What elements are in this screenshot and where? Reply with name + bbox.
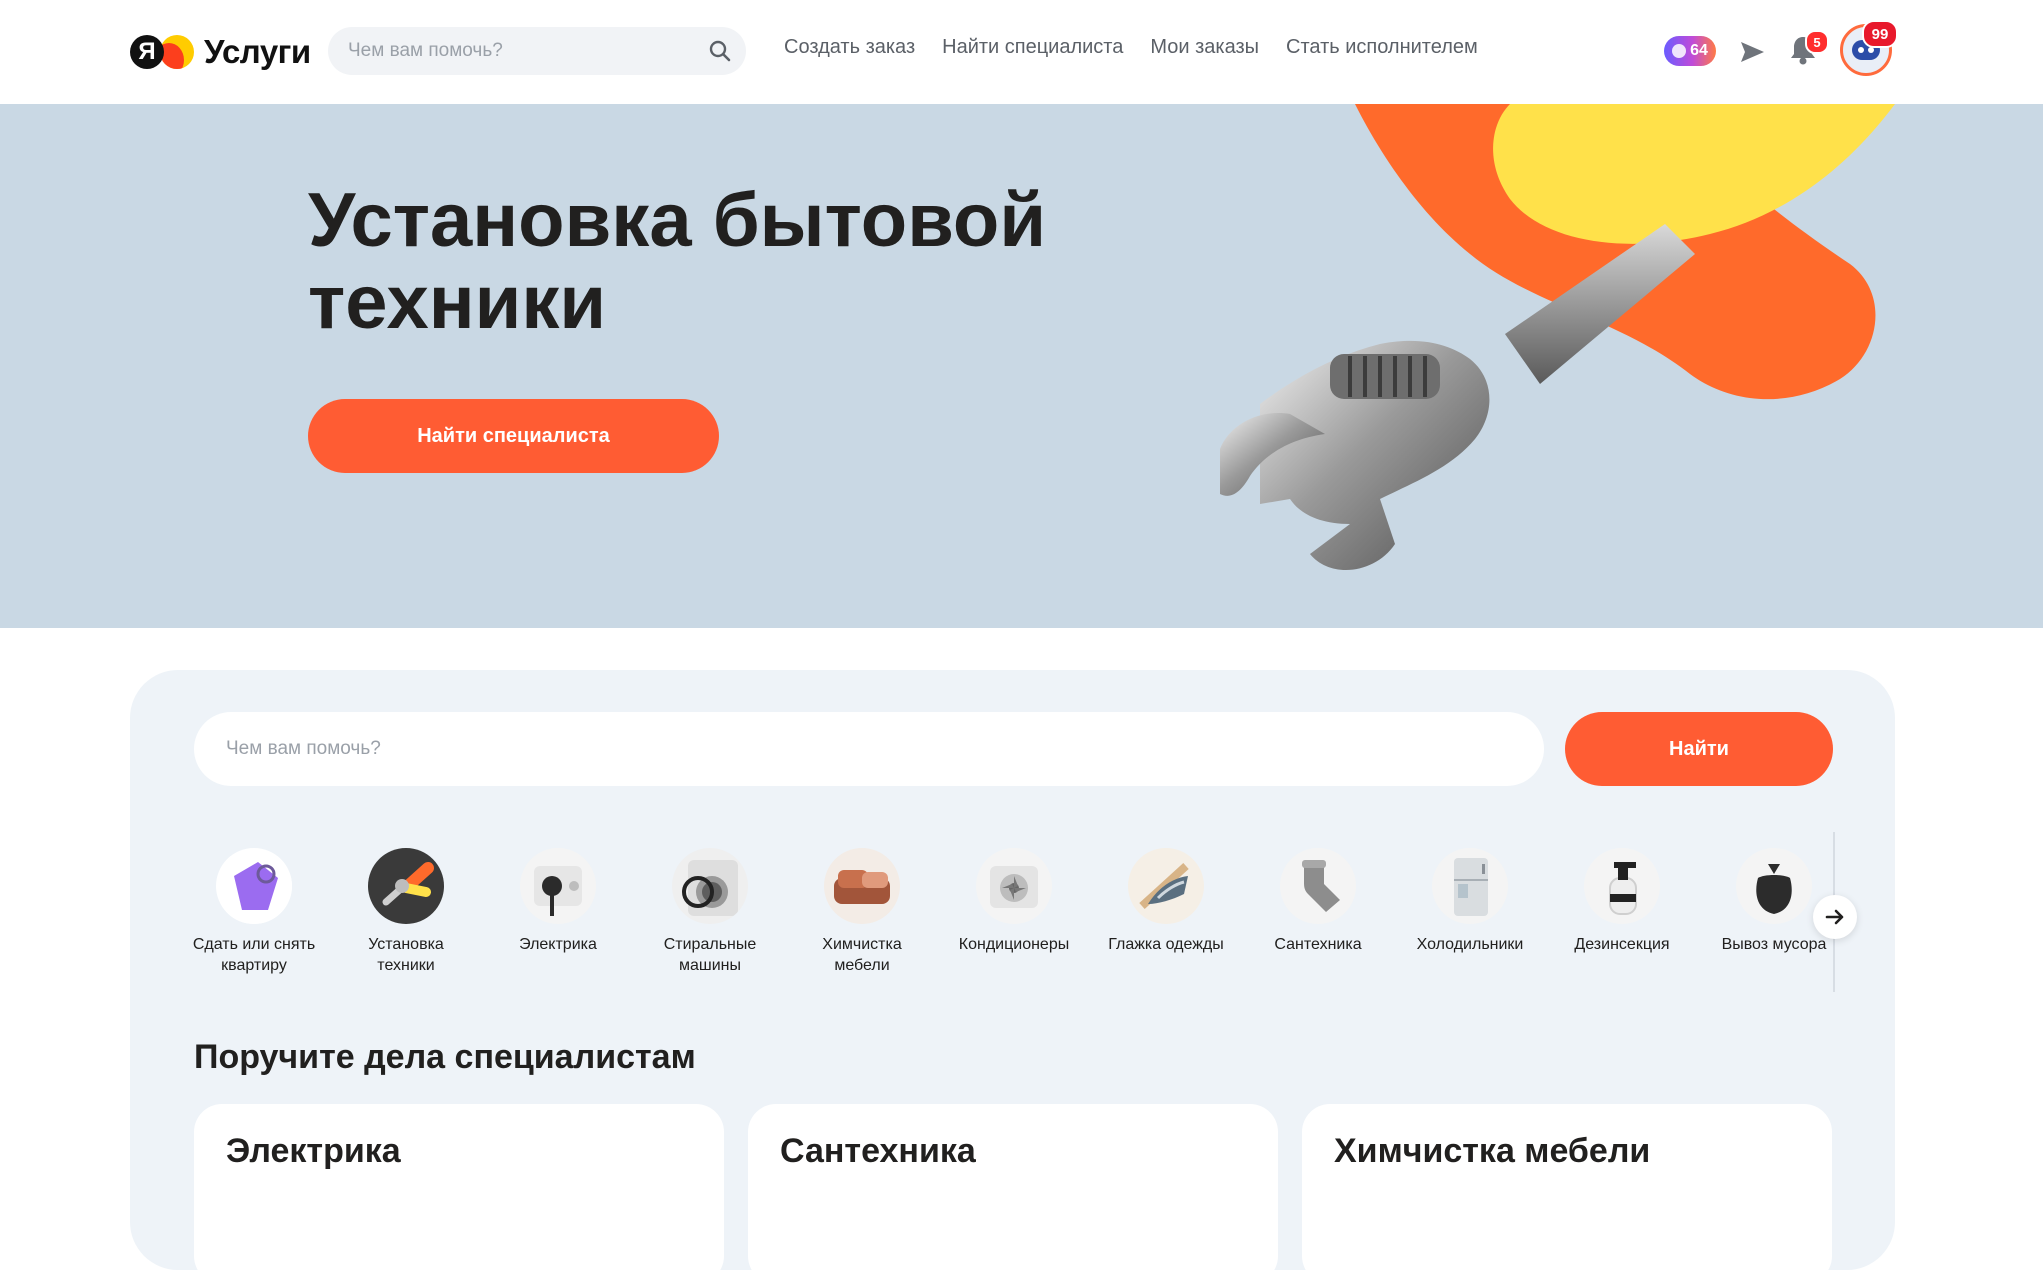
category-ironing[interactable]: Глажка одежды bbox=[1090, 848, 1242, 955]
nav-become-performer[interactable]: Стать исполнителем bbox=[1286, 36, 1478, 59]
search-icon[interactable] bbox=[708, 39, 732, 63]
category-label: Вывоз мусора bbox=[1721, 936, 1827, 953]
category-label: Холодильники bbox=[1416, 936, 1524, 953]
power-socket-icon bbox=[520, 848, 596, 924]
notifications-badge: 5 bbox=[1805, 30, 1829, 54]
category-plumbing[interactable]: Сантехника bbox=[1242, 848, 1394, 955]
header-search bbox=[328, 27, 746, 75]
nav-my-orders[interactable]: Мои заказы bbox=[1150, 36, 1259, 59]
services-logo-icon bbox=[160, 35, 194, 69]
category-garbage-removal[interactable]: Вывоз мусора bbox=[1698, 848, 1833, 955]
pipe-icon bbox=[1280, 848, 1356, 924]
avatar-badge: 99 bbox=[1862, 20, 1898, 48]
site-header: Я Услуги Создать заказ Найти специалиста… bbox=[0, 0, 2043, 104]
key-fob-icon bbox=[216, 848, 292, 924]
category-rent-apartment[interactable]: Сдать или снять квартиру bbox=[178, 848, 330, 976]
hero-title: Установка бытовой техники bbox=[308, 178, 1047, 345]
service-card-electrics[interactable]: Электрика bbox=[194, 1104, 724, 1284]
main-search-input[interactable] bbox=[224, 737, 1508, 761]
service-card-plumbing[interactable]: Сантехника bbox=[748, 1104, 1278, 1284]
plus-points-value: 64 bbox=[1690, 42, 1708, 59]
wrench-icon bbox=[368, 848, 444, 924]
fridge-icon bbox=[1432, 848, 1508, 924]
category-fridges[interactable]: Холодильники bbox=[1394, 848, 1546, 955]
header-search-input[interactable] bbox=[346, 39, 690, 63]
plus-icon bbox=[1672, 44, 1687, 58]
iron-icon bbox=[1128, 848, 1204, 924]
category-label: Электрика bbox=[519, 936, 597, 953]
category-electrics[interactable]: Электрика bbox=[482, 848, 634, 955]
category-label: Сдать или снять квартиру bbox=[192, 936, 316, 974]
category-label: Кондиционеры bbox=[958, 936, 1070, 953]
nav-find-specialist[interactable]: Найти специалиста bbox=[942, 36, 1123, 59]
find-specialist-button[interactable]: Найти специалиста bbox=[308, 399, 719, 473]
main-nav: Создать заказ Найти специалиста Мои зака… bbox=[784, 36, 1478, 59]
category-carousel: Сдать или снять квартиру Установка техни… bbox=[178, 848, 1833, 988]
air-conditioner-icon bbox=[976, 848, 1052, 924]
nav-create-order[interactable]: Создать заказ bbox=[784, 36, 915, 59]
plus-points-badge[interactable]: 64 bbox=[1664, 36, 1716, 66]
category-label: Химчистка мебели bbox=[822, 936, 902, 974]
category-label: Сантехника bbox=[1274, 936, 1362, 953]
sofa-icon bbox=[824, 848, 900, 924]
section-title: Поручите дела специалистам bbox=[194, 1038, 696, 1076]
category-label: Стиральные машины bbox=[663, 936, 757, 974]
find-button[interactable]: Найти bbox=[1565, 712, 1833, 786]
main-search bbox=[194, 712, 1544, 786]
category-air-conditioners[interactable]: Кондиционеры bbox=[938, 848, 1090, 955]
service-card-furniture-cleaning[interactable]: Химчистка мебели bbox=[1302, 1104, 1832, 1284]
hero-banner: Установка бытовой техники Найти специали… bbox=[0, 104, 2043, 628]
card-title: Химчистка мебели bbox=[1334, 1132, 1651, 1170]
category-label: Дезинсекция bbox=[1574, 936, 1670, 953]
logo-text: Услуги bbox=[204, 33, 311, 70]
category-furniture-cleaning[interactable]: Химчистка мебели bbox=[786, 848, 938, 976]
wrench-illustration bbox=[1220, 104, 1895, 571]
trash-bag-icon bbox=[1736, 848, 1812, 924]
yandex-logo-mark: Я bbox=[130, 35, 164, 69]
category-label: Установка техники bbox=[368, 936, 444, 974]
washing-machine-icon bbox=[672, 848, 748, 924]
card-title: Сантехника bbox=[780, 1132, 976, 1170]
category-pest-control[interactable]: Дезинсекция bbox=[1546, 848, 1698, 955]
arrow-right-icon bbox=[1825, 909, 1844, 925]
send-icon[interactable] bbox=[1738, 38, 1766, 66]
category-label: Глажка одежды bbox=[1108, 936, 1224, 953]
services-panel: Найти Сдать или снять квартиру Установка… bbox=[130, 670, 1895, 1284]
category-appliance-install[interactable]: Установка техники bbox=[330, 848, 482, 976]
logo[interactable]: Я Услуги bbox=[130, 30, 311, 74]
category-washing-machines[interactable]: Стиральные машины bbox=[634, 848, 786, 976]
card-title: Электрика bbox=[226, 1132, 401, 1170]
sprayer-icon bbox=[1584, 848, 1660, 924]
carousel-next-button[interactable] bbox=[1813, 895, 1857, 939]
